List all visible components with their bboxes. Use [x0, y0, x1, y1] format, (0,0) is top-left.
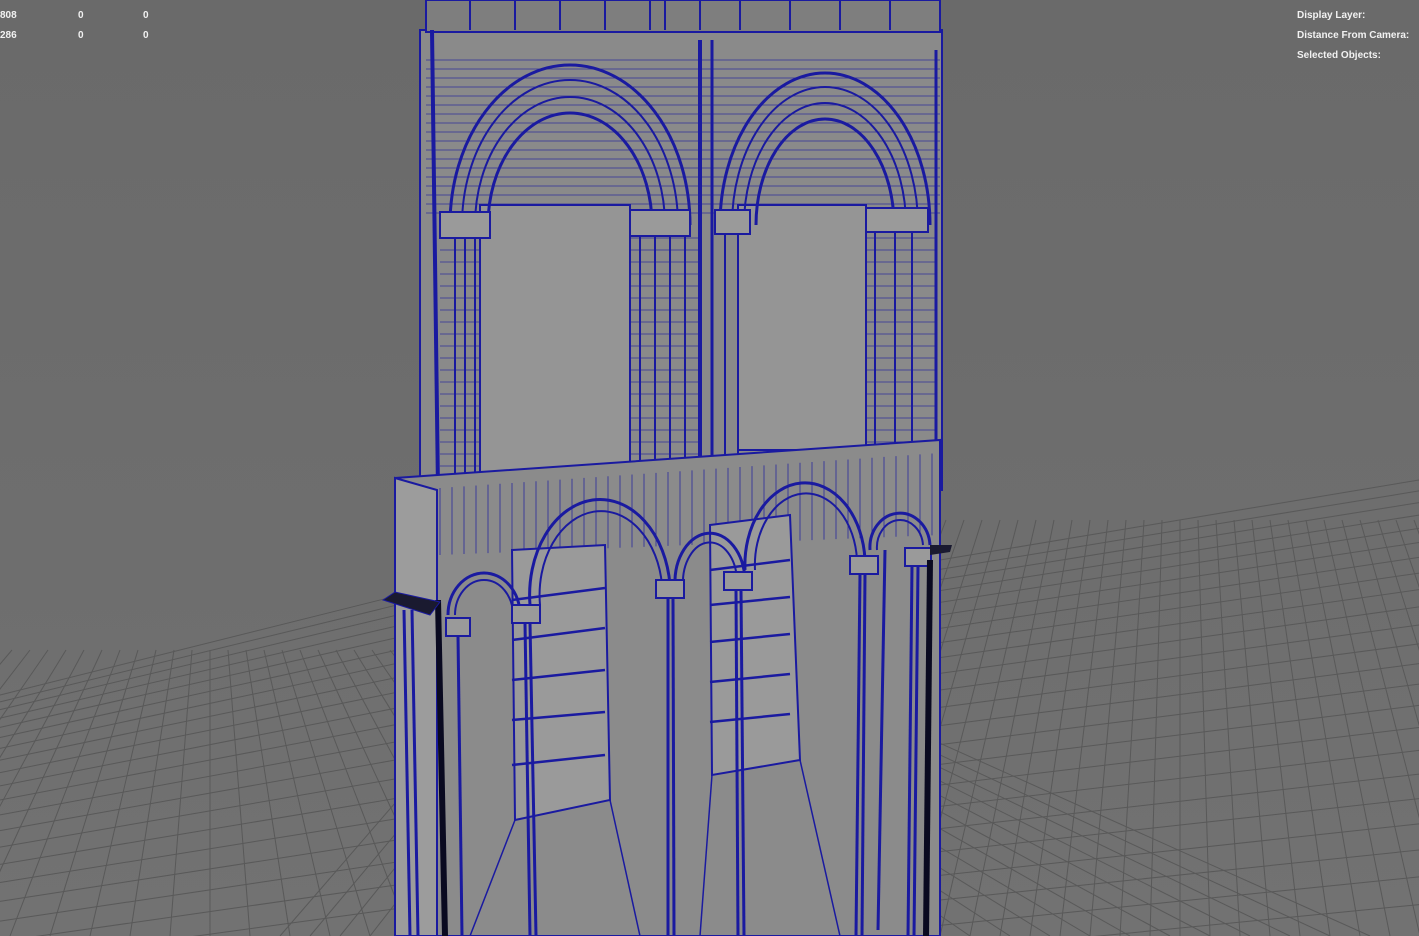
hud-value: 0 — [143, 30, 149, 41]
hud-value: 0 — [78, 30, 84, 41]
hud-label: 808 — [0, 10, 17, 21]
tower-model[interactable] — [381, 0, 952, 936]
hud-info: Display Layer: Distance From Camera: Sel… — [1297, 10, 1409, 70]
hud-poly-count: 808 0 0 286 0 0 — [0, 10, 160, 50]
hud-label: 286 — [0, 30, 17, 41]
hud-row: 808 0 0 — [0, 10, 160, 30]
hud-value: 0 — [78, 10, 84, 21]
display-layer-label: Display Layer: — [1297, 10, 1366, 21]
selected-objects-label: Selected Objects: — [1297, 50, 1381, 61]
distance-from-camera-label: Distance From Camera: — [1297, 30, 1410, 41]
hud-row: 286 0 0 — [0, 30, 160, 50]
viewport-3d[interactable]: 808 0 0 286 0 0 Display Layer: Distance … — [0, 0, 1419, 936]
hud-value: 0 — [143, 10, 149, 21]
scene-canvas[interactable] — [0, 0, 1419, 936]
